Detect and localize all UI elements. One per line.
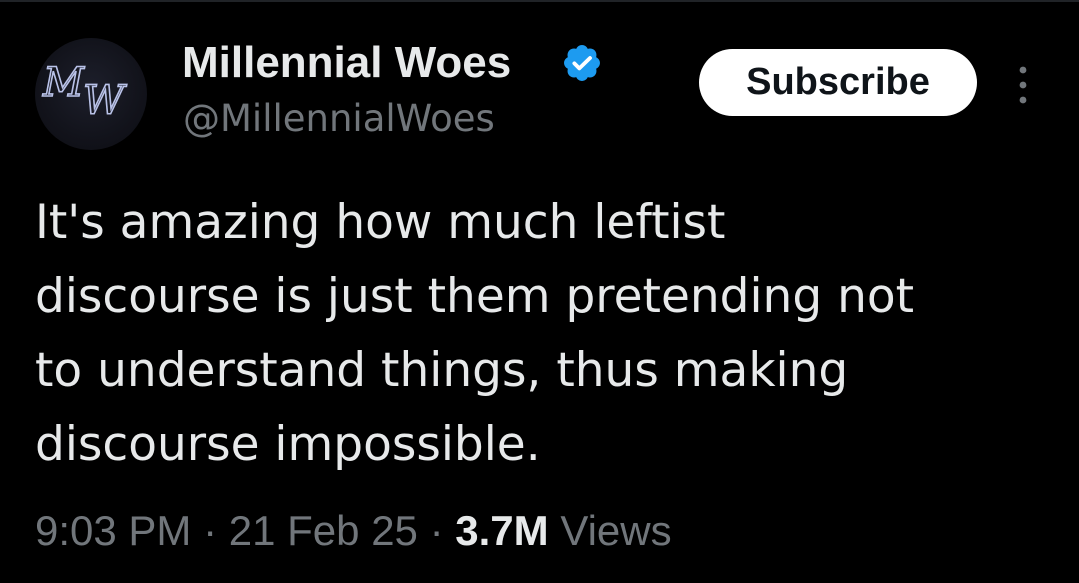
meta-separator: · (203, 507, 218, 554)
views-count: 3.7M (455, 507, 549, 554)
tweet-time[interactable]: 9:03 PM (35, 507, 191, 554)
tweet-line: to understand things, thus making (35, 343, 849, 398)
tweet-metadata: 9:03 PM · 21 Feb 25 · 3.7M Views (35, 504, 672, 558)
tweet-line: discourse is just them pretending not (35, 269, 915, 324)
more-options-icon[interactable] (1010, 62, 1036, 108)
tweet-line: discourse impossible. (35, 417, 541, 472)
top-divider (0, 0, 1079, 2)
views-label: Views (560, 507, 672, 554)
avatar[interactable]: M W (35, 38, 147, 150)
meta-separator: · (429, 507, 444, 554)
author-handle[interactable]: @MillennialWoes (183, 96, 495, 142)
verified-badge-icon (564, 45, 600, 81)
author-display-name[interactable]: Millennial Woes (182, 37, 511, 89)
tweet-line: It's amazing how much leftist (35, 195, 726, 250)
avatar-letter-w: W (83, 78, 127, 124)
subscribe-button[interactable]: Subscribe (699, 49, 977, 116)
tweet-body: It's amazing how much leftist discourse … (35, 186, 1045, 482)
avatar-logo: M W (41, 59, 128, 125)
tweet-date[interactable]: 21 Feb 25 (229, 507, 418, 554)
avatar-letter-m: M (42, 60, 85, 106)
